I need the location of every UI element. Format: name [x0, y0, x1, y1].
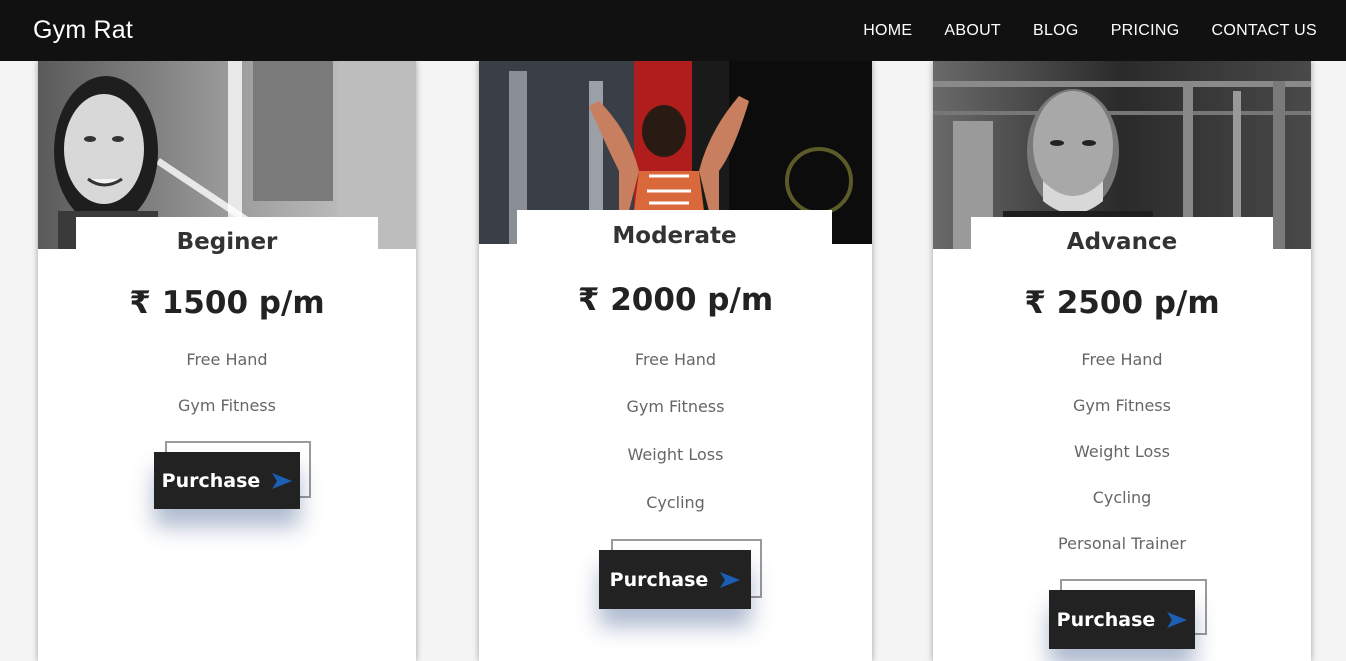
nav-pricing[interactable]: PRICING: [1111, 22, 1180, 40]
nav-links: HOME ABOUT BLOG PRICING CONTACT US: [863, 22, 1317, 40]
brand-logo[interactable]: Gym Rat: [33, 16, 133, 45]
nav-blog[interactable]: BLOG: [1033, 22, 1079, 40]
plan-feature: Free Hand: [634, 350, 717, 369]
purchase-button-moderate[interactable]: Purchase: [599, 550, 751, 609]
arrow-right-icon: [272, 472, 293, 489]
arrow-right-icon: [1167, 611, 1188, 628]
plan-feature: Gym Fitness: [1073, 396, 1171, 415]
purchase-button-label: Purchase: [161, 469, 261, 492]
nav-home[interactable]: HOME: [863, 22, 912, 40]
plan-feature: Gym Fitness: [178, 396, 276, 415]
arrow-right-icon: [720, 571, 741, 588]
purchase-button-advance[interactable]: Purchase: [1049, 590, 1195, 649]
plan-feature: Cycling: [1092, 488, 1152, 507]
plan-price-advance: ₹ 2500 p/m: [1024, 285, 1220, 321]
plan-feature: Free Hand: [186, 350, 268, 369]
plan-feature: Personal Trainer: [1058, 534, 1186, 553]
plan-price-moderate: ₹ 2000 p/m: [577, 282, 774, 318]
plan-feature: Gym Fitness: [626, 397, 725, 416]
plan-card-advance: Advance ₹ 2500 p/m Free Hand Gym Fitness…: [933, 61, 1311, 661]
nav-contact-us[interactable]: CONTACT US: [1211, 22, 1317, 40]
plan-feature: Weight Loss: [1074, 442, 1170, 461]
plan-title-advance: Advance: [971, 217, 1273, 257]
plan-card-moderate: Moderate ₹ 2000 p/m Free Hand Gym Fitnes…: [479, 61, 872, 661]
purchase-button-label: Purchase: [609, 568, 709, 591]
plan-title-moderate: Moderate: [517, 210, 832, 252]
plan-feature: Free Hand: [1081, 350, 1163, 369]
plan-title-beginer: Beginer: [76, 217, 378, 257]
purchase-button-label: Purchase: [1056, 608, 1156, 631]
plan-card-beginer: Beginer ₹ 1500 p/m Free Hand Gym Fitness…: [38, 61, 416, 661]
plan-feature: Cycling: [646, 493, 705, 512]
purchase-button-beginer[interactable]: Purchase: [154, 452, 300, 509]
plan-feature: Weight Loss: [627, 445, 724, 464]
plan-price-beginer: ₹ 1500 p/m: [129, 285, 325, 321]
navbar: Gym Rat HOME ABOUT BLOG PRICING CONTACT …: [0, 0, 1346, 61]
nav-about[interactable]: ABOUT: [944, 22, 1001, 40]
